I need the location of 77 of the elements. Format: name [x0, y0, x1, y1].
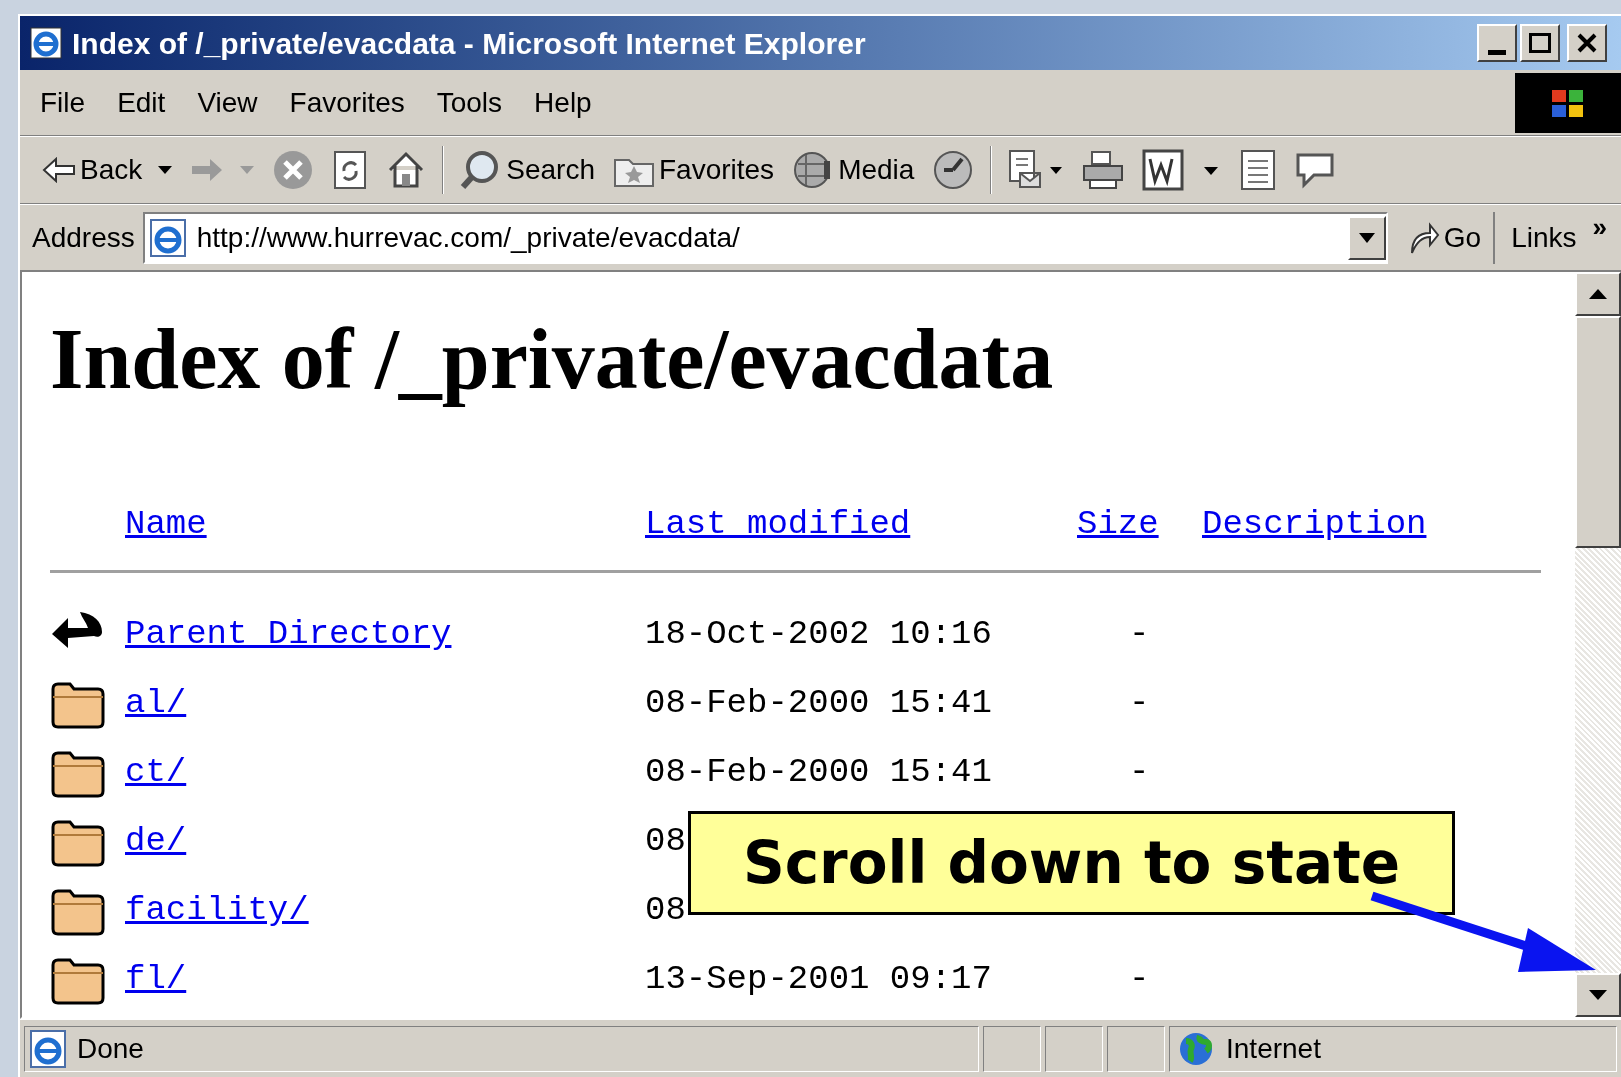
close-icon [1577, 33, 1597, 53]
scroll-thumb[interactable] [1575, 316, 1621, 548]
menu-item[interactable]: Help [522, 81, 604, 124]
caret-icon [158, 166, 173, 174]
minimize-button[interactable] [1477, 24, 1517, 62]
menu-item[interactable]: Tools [424, 81, 515, 124]
maximize-icon [1529, 33, 1551, 53]
column-header-link[interactable]: Last modified [645, 505, 911, 544]
stop-icon [272, 149, 315, 191]
column-header-link[interactable]: Description [1202, 505, 1427, 544]
column-header-link[interactable]: Size [1077, 505, 1159, 544]
file-link[interactable]: al/ [125, 684, 187, 723]
windows-logo-icon [1515, 72, 1621, 133]
page-heading: Index of /_private/evacdata [50, 310, 1054, 409]
chevron-icon: » [1592, 211, 1607, 242]
column-header-link[interactable]: Name [125, 505, 207, 544]
status-pane [983, 1025, 1041, 1072]
favorites-button[interactable]: Favorites [606, 142, 781, 198]
dropdown-arrow-button[interactable] [1347, 215, 1386, 260]
globe-icon [1178, 1030, 1214, 1067]
file-size: - [1128, 683, 1151, 725]
go-button[interactable]: Go [1395, 211, 1496, 264]
printer-icon [1082, 150, 1125, 190]
up-arrow-icon [1589, 289, 1607, 299]
browser-logo-icon [28, 25, 64, 61]
folder-icon [50, 681, 106, 730]
folder-icon [50, 750, 106, 799]
address-field[interactable]: http://www.hurrevac.com/_private/evacdata/ [142, 211, 1388, 264]
vertical-scrollbar[interactable] [1575, 272, 1621, 1017]
down-arrow-icon [1589, 990, 1607, 1000]
refresh-icon [332, 149, 369, 191]
back-arrow-icon [42, 157, 76, 183]
minimize-icon [1488, 50, 1506, 56]
zone-text: Internet [1226, 1031, 1321, 1066]
folder-icon [50, 888, 106, 937]
file-size: - [1128, 752, 1151, 794]
scroll-down-button[interactable] [1575, 973, 1621, 1017]
status-pane [1107, 1025, 1165, 1072]
status-text: Done [77, 1031, 144, 1066]
speech-bubble-icon [1294, 151, 1337, 189]
file-link[interactable]: ct/ [125, 753, 187, 792]
callout-note: Scroll down to state [688, 811, 1455, 915]
file-link[interactable]: Parent Directory [125, 615, 452, 654]
address-label: Address [32, 220, 135, 255]
modified-date: 08-Feb-2000 15:41 [645, 753, 992, 792]
caret-icon [240, 166, 255, 174]
modified-date: 08-Feb-2000 15:41 [645, 684, 992, 723]
maximize-button[interactable] [1520, 24, 1560, 62]
caret-icon [1358, 232, 1375, 243]
file-size: - [1128, 614, 1151, 656]
menu-item[interactable]: Favorites [277, 81, 417, 124]
notepad-icon [1240, 149, 1277, 191]
page-icon [148, 217, 189, 258]
menu-item[interactable]: File [28, 81, 98, 124]
status-pane [1045, 1025, 1103, 1072]
file-link[interactable]: de/ [125, 822, 187, 861]
menu-item[interactable]: View [185, 81, 270, 124]
window-title: Index of /_private/evacdata - Microsoft Internet Explorer [72, 25, 866, 62]
envelope-icon [1008, 149, 1065, 191]
file-size: - [1128, 959, 1151, 1001]
back-button[interactable]: Back [36, 142, 179, 198]
search-button[interactable]: Search [454, 142, 601, 198]
media-button[interactable]: Media [786, 142, 921, 198]
scroll-up-button[interactable] [1575, 272, 1621, 316]
modified-date: 08 [645, 891, 686, 930]
close-button[interactable] [1567, 24, 1607, 62]
page-icon [29, 1028, 69, 1069]
folder-icon [50, 957, 106, 1006]
links-button[interactable]: Links » [1503, 211, 1615, 264]
file-link[interactable]: fl/ [125, 960, 187, 999]
modified-date: 08 [645, 822, 686, 861]
clock-icon [932, 149, 975, 191]
modified-date: 13-Sep-2001 09:17 [645, 960, 992, 999]
file-link[interactable]: facility/ [125, 891, 309, 930]
menu-item[interactable]: Edit [105, 81, 178, 124]
folder-icon [50, 819, 106, 868]
modified-date: 18-Oct-2002 10:16 [645, 615, 992, 654]
